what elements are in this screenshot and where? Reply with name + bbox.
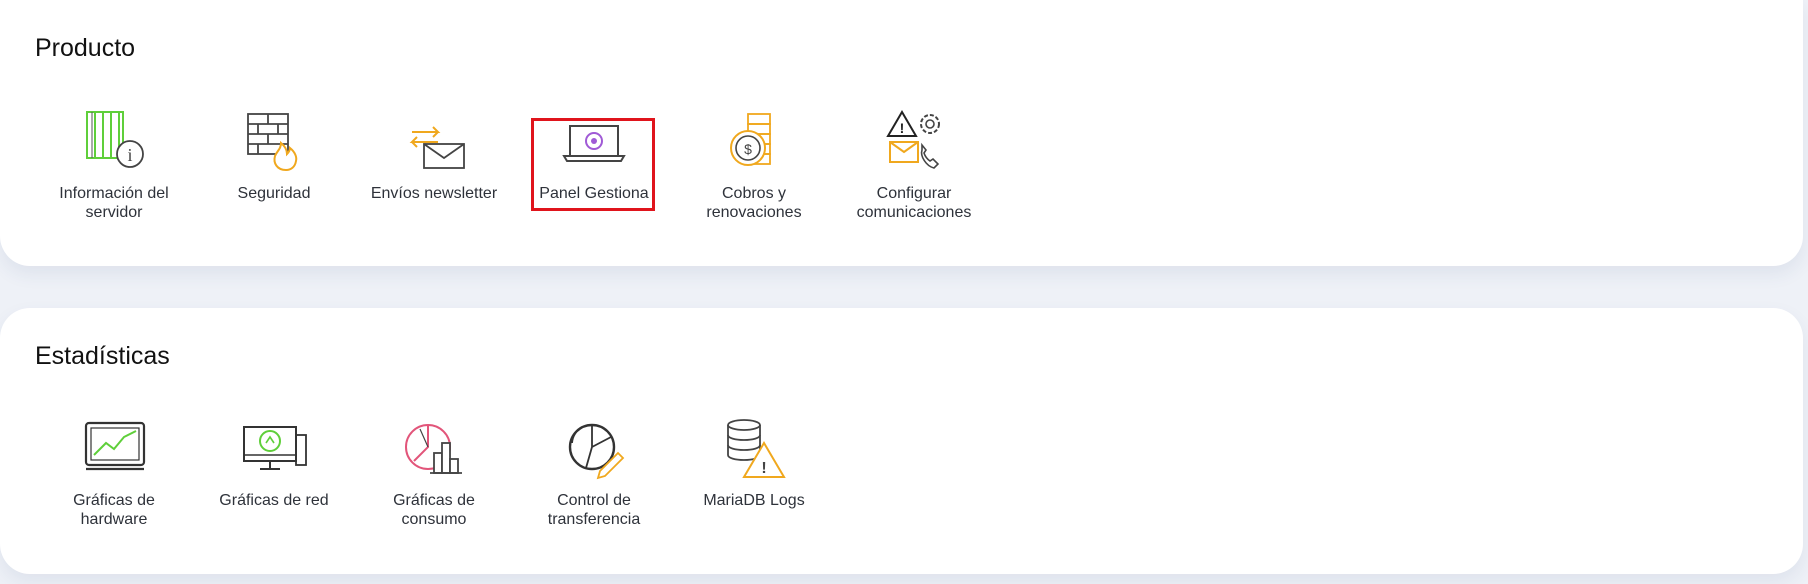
tile-informacion-servidor[interactable]: i Información del servidor <box>39 106 189 222</box>
tile-cobros-renovaciones[interactable]: $ Cobros y renovaciones <box>679 106 829 222</box>
tile-mariadb-logs[interactable]: ! MariaDB Logs <box>679 413 829 510</box>
tile-label: Panel Gestiona <box>539 185 649 202</box>
tile-graficas-consumo[interactable]: Gráficas de consumo <box>359 413 509 529</box>
tile-panel-gestiona[interactable]: Panel Gestiona <box>519 106 669 203</box>
svg-text:$: $ <box>744 141 752 157</box>
tile-seguridad[interactable]: Seguridad <box>199 106 349 203</box>
tile-label: Gráficas de red <box>219 492 329 509</box>
producto-section: Producto i Información del servidor Segu… <box>0 0 1803 266</box>
firewall-icon <box>247 113 298 172</box>
tile-control-transferencia[interactable]: Control de transferencia <box>519 413 669 529</box>
svg-text:i: i <box>127 145 132 165</box>
tile-label: Cobros y renovaciones <box>706 185 802 221</box>
server-info-icon: i <box>86 111 144 168</box>
svg-text:!: ! <box>761 460 766 477</box>
tile-label: Gráficas de consumo <box>393 492 475 528</box>
section-title-producto: Producto <box>35 34 136 62</box>
tile-envios-newsletter[interactable]: Envíos newsletter <box>359 106 509 203</box>
section-title-estadisticas: Estadísticas <box>35 342 170 370</box>
tile-label: MariaDB Logs <box>703 492 805 509</box>
mariadb-logs-icon: ! <box>727 419 786 478</box>
consumption-chart-icon <box>405 424 462 474</box>
network-chart-icon <box>243 426 307 470</box>
svg-text:!: ! <box>900 120 905 136</box>
transfer-control-icon <box>568 423 625 480</box>
tile-label: Control de transferencia <box>547 492 641 528</box>
tile-configurar-comunicaciones[interactable]: ! Configurar comunicaciones <box>839 106 989 222</box>
tile-label: Gráficas de hardware <box>73 492 155 528</box>
tile-graficas-hardware[interactable]: Gráficas de hardware <box>39 413 189 529</box>
laptop-panel-icon <box>562 125 626 162</box>
hardware-chart-icon <box>84 421 146 471</box>
tile-label: Envíos newsletter <box>370 185 498 202</box>
tile-label: Configurar comunicaciones <box>856 185 972 221</box>
tile-graficas-red[interactable]: Gráficas de red <box>199 413 349 510</box>
estadisticas-section: Estadísticas Gráficas de hardware Gráfic… <box>0 308 1803 574</box>
billing-icon: $ <box>730 113 771 166</box>
communications-settings-icon: ! <box>886 110 940 169</box>
tile-label: Seguridad <box>237 185 311 202</box>
newsletter-icon <box>409 126 465 169</box>
tile-label: Información del servidor <box>59 185 169 221</box>
